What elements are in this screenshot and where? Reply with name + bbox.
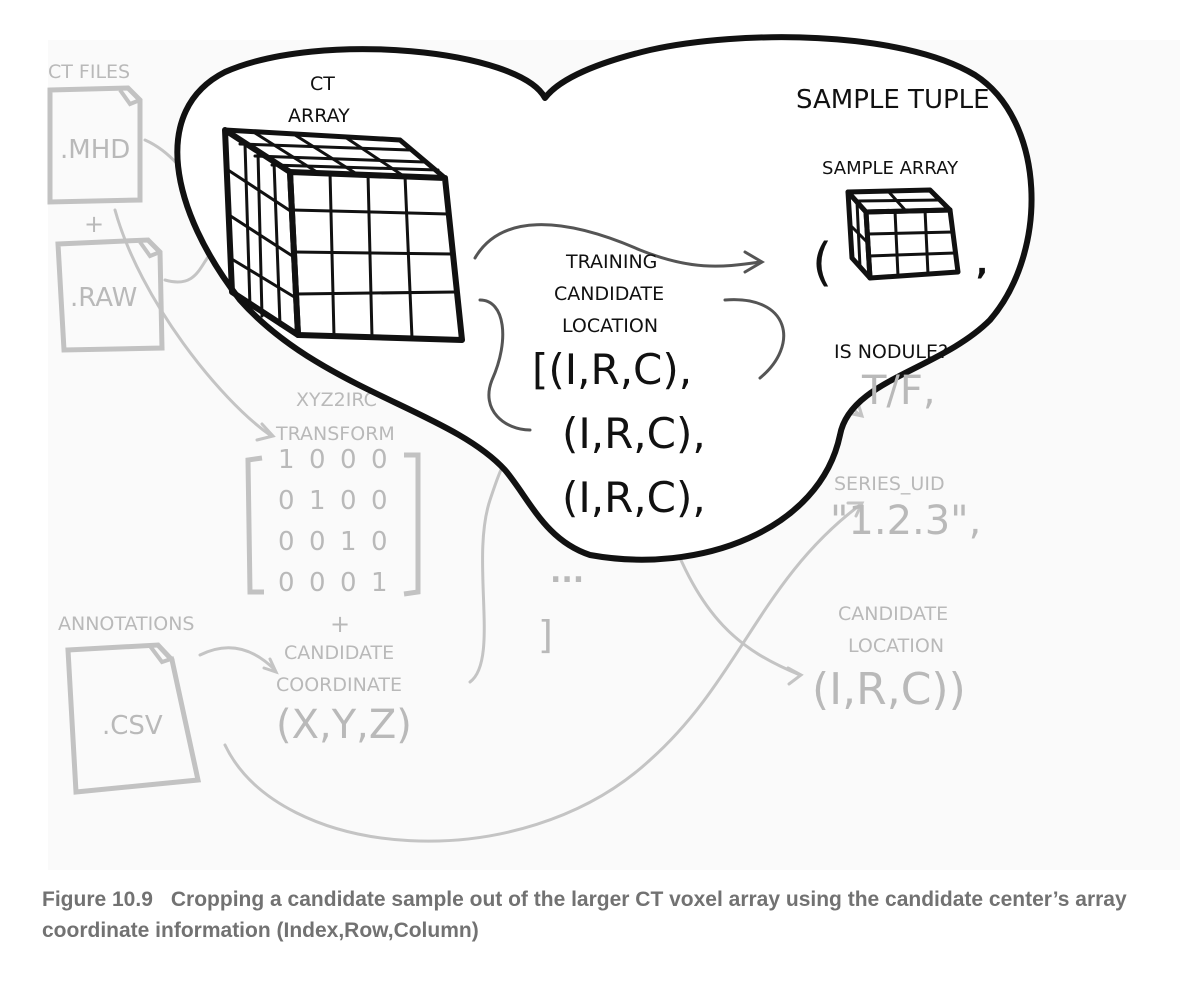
matrix-cell: 0 bbox=[309, 445, 326, 475]
matrix-cell: 0 bbox=[278, 527, 295, 557]
candidate-list-ellipsis: ... bbox=[550, 555, 584, 590]
ct-array-label-line2: ARRAY bbox=[288, 105, 350, 127]
series-uid-label: SERIES_UID bbox=[834, 473, 945, 495]
training-label-line3: LOCATION bbox=[562, 315, 658, 337]
sample-array-label: SAMPLE ARRAY bbox=[822, 158, 959, 179]
candidate-row-1: [(I,R,C), bbox=[532, 345, 692, 394]
sample-comma: , bbox=[976, 244, 988, 282]
csv-file-label: .CSV bbox=[102, 711, 163, 741]
coordinate-value: (X,Y,Z) bbox=[276, 702, 412, 748]
is-nodule-value: T/F, bbox=[861, 368, 936, 414]
matrix-cell: 1 bbox=[340, 527, 357, 557]
matrix-cell: 0 bbox=[278, 568, 295, 598]
candidate-location-label-line2: LOCATION bbox=[848, 635, 944, 657]
sample-open-paren: ( bbox=[812, 233, 832, 293]
candidate-row-3: (I,R,C), bbox=[562, 473, 706, 522]
caption-number: Figure 10.9 bbox=[42, 888, 153, 911]
annotations-title: ANNOTATIONS bbox=[58, 613, 194, 635]
ct-files-title: CT FILES bbox=[48, 61, 130, 83]
transform-plus-bottom: + bbox=[330, 610, 350, 638]
training-label-line1: TRAINING bbox=[565, 251, 657, 273]
matrix-cell: 0 bbox=[278, 486, 295, 516]
mhd-file-label: .MHD bbox=[60, 135, 130, 165]
candidate-location-label-line1: CANDIDATE bbox=[838, 603, 948, 625]
matrix-cell: 0 bbox=[340, 568, 357, 598]
coordinate-label-line1: CANDIDATE bbox=[284, 642, 394, 664]
is-nodule-label: IS NODULE? bbox=[834, 341, 948, 363]
matrix-cell: 0 bbox=[371, 527, 388, 557]
candidate-location-value: (I,R,C)) bbox=[812, 664, 966, 715]
caption-text: Cropping a candidate sample out of the l… bbox=[42, 888, 1127, 942]
matrix-cell: 0 bbox=[309, 527, 326, 557]
raw-file-label: .RAW bbox=[70, 283, 137, 313]
coordinate-label-line2: COORDINATE bbox=[276, 674, 402, 696]
figure-caption: Figure 10.9 Cropping a candidate sample o… bbox=[42, 884, 1152, 946]
matrix-cell: 0 bbox=[309, 568, 326, 598]
candidate-list-close-bracket: ] bbox=[538, 613, 553, 657]
diagram-canvas: CT FILES .MHD + .RAW + XYZ2IRC TRANSFORM… bbox=[47, 34, 1180, 870]
ct-array-label-line1: CT bbox=[310, 73, 335, 95]
series-uid-value: "1.2.3", bbox=[830, 498, 981, 544]
matrix-cell: 1 bbox=[309, 486, 326, 516]
ct-files-plus: + bbox=[84, 210, 104, 238]
matrix-cell: 0 bbox=[340, 445, 357, 475]
matrix-cell: 0 bbox=[340, 486, 357, 516]
matrix-cell: 1 bbox=[371, 568, 388, 598]
matrix-cell: 0 bbox=[371, 445, 388, 475]
candidate-row-2: (I,R,C), bbox=[562, 409, 706, 458]
matrix-cell: 1 bbox=[278, 445, 295, 475]
training-label-line2: CANDIDATE bbox=[554, 283, 664, 305]
transform-label-line2: TRANSFORM bbox=[275, 423, 395, 445]
matrix-cell: 0 bbox=[371, 486, 388, 516]
sample-tuple-title: SAMPLE TUPLE bbox=[796, 85, 990, 115]
transform-label-line1: XYZ2IRC bbox=[296, 389, 377, 411]
